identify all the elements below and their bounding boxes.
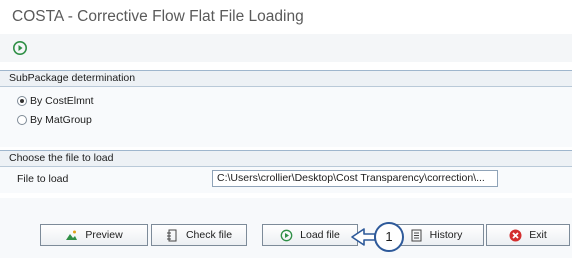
- preview-icon: [66, 230, 78, 240]
- window-title: COSTA - Corrective Flow Flat File Loadin…: [12, 8, 304, 25]
- subpackage-group-body: By CostElmnt By MatGroup: [0, 87, 572, 147]
- button-area: Preview Check file Load file History Exi…: [0, 198, 572, 258]
- radio-button[interactable]: [17, 115, 27, 125]
- radio-by-matgroup[interactable]: By MatGroup: [17, 113, 92, 127]
- check-file-button[interactable]: Check file: [151, 224, 247, 246]
- radio-by-costelmnt[interactable]: By CostElmnt: [17, 94, 94, 108]
- file-path-input[interactable]: C:\Users\crollier\Desktop\Cost Transpare…: [212, 170, 498, 187]
- file-group-header: Choose the file to load: [0, 151, 572, 167]
- check-file-label: Check file: [185, 229, 233, 241]
- history-label: History: [429, 229, 463, 241]
- file-group: Choose the file to load File to load C:\…: [0, 150, 572, 193]
- subpackage-group: SubPackage determination By CostElmnt By…: [0, 70, 572, 147]
- radio-button-selected[interactable]: [17, 96, 27, 106]
- step-callout-badge: 1: [374, 222, 404, 252]
- load-file-icon: [280, 229, 293, 241]
- subpackage-group-header: SubPackage determination: [0, 71, 572, 87]
- exit-icon: [509, 229, 522, 241]
- radio-label-costelmnt: By CostElmnt: [30, 95, 94, 107]
- preview-label: Preview: [85, 229, 123, 241]
- preview-button[interactable]: Preview: [40, 224, 148, 246]
- exit-button[interactable]: Exit: [486, 224, 570, 246]
- file-group-body: File to load C:\Users\crollier\Desktop\C…: [0, 167, 572, 193]
- load-file-button[interactable]: Load file: [262, 224, 358, 246]
- callout-arrow-icon: [351, 228, 376, 246]
- application-toolbar: [0, 34, 572, 62]
- file-to-load-label: File to load: [17, 173, 69, 185]
- title-bar: COSTA - Corrective Flow Flat File Loadin…: [0, 0, 572, 32]
- radio-label-matgroup: By MatGroup: [30, 114, 92, 126]
- exit-label: Exit: [529, 229, 547, 241]
- history-icon: [411, 229, 422, 241]
- load-file-label: Load file: [300, 229, 340, 241]
- execute-icon[interactable]: [12, 40, 28, 56]
- check-file-icon: [166, 229, 177, 241]
